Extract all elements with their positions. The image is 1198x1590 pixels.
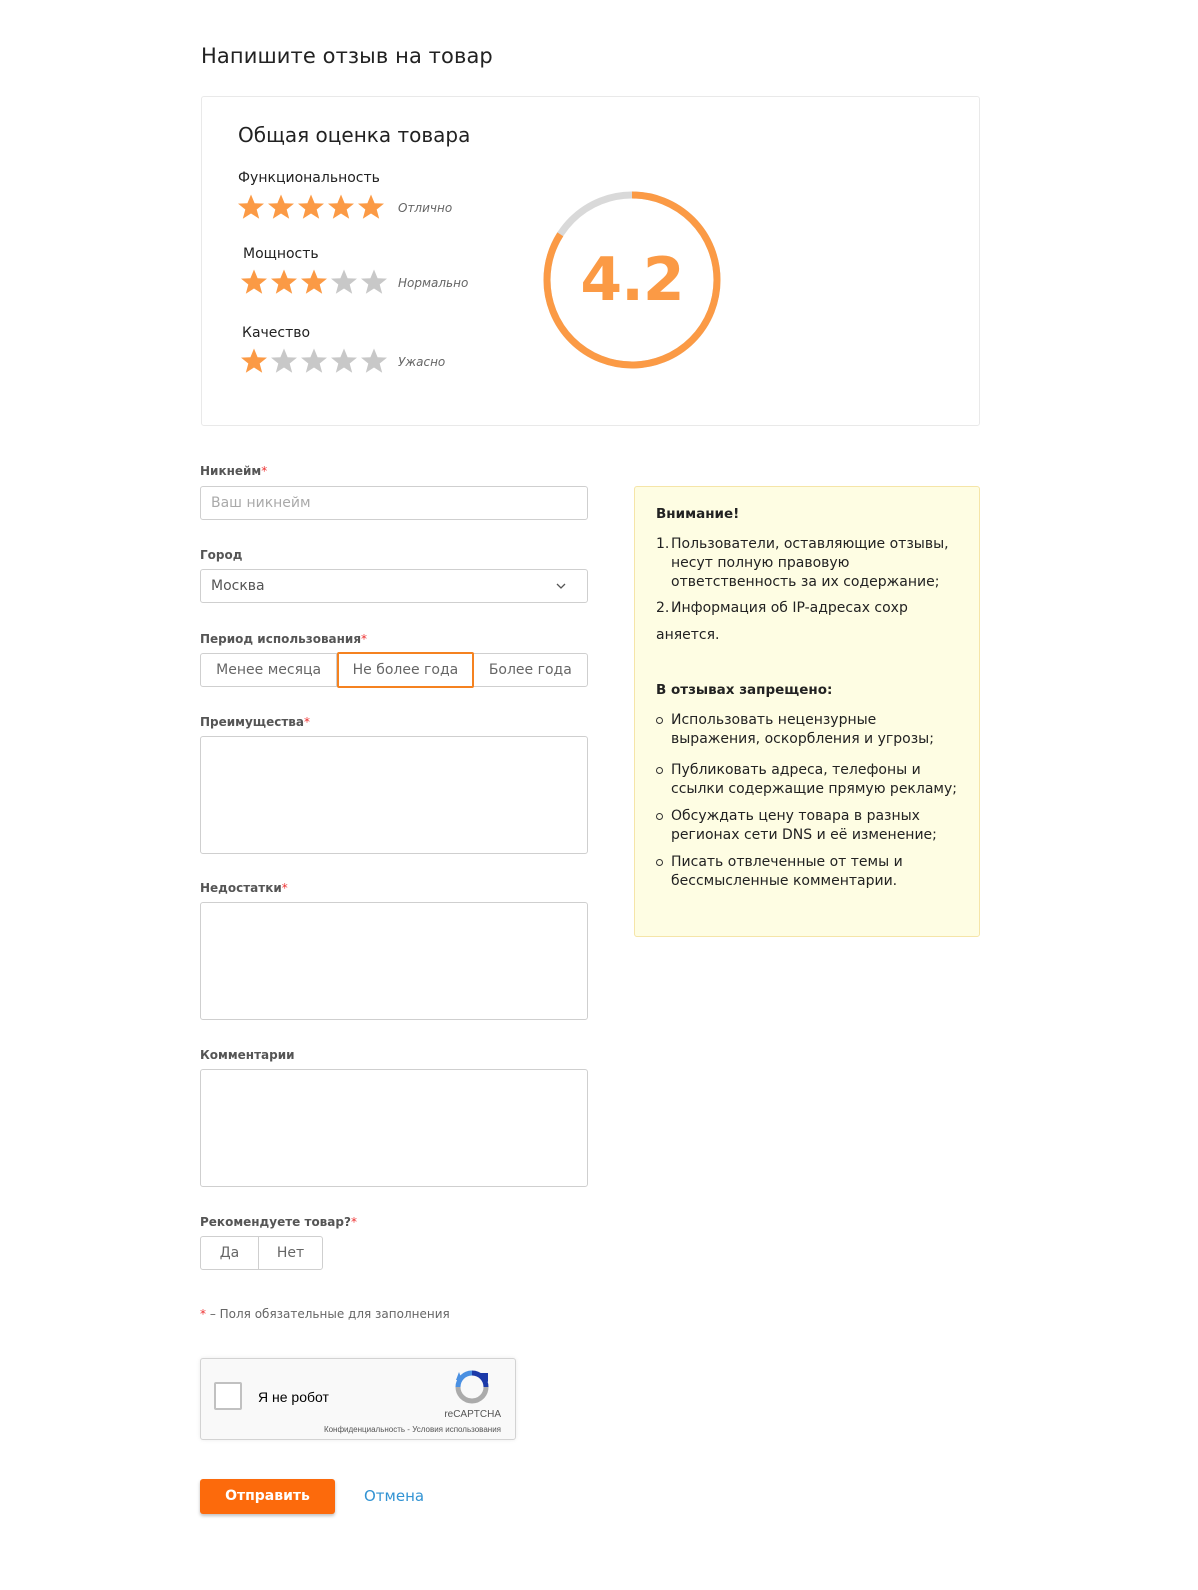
star-icon[interactable] [240,268,268,296]
period-label: Период использования* [200,632,368,646]
notice-panel: Внимание! 1. Пользователи, оставляющие о… [634,486,980,937]
period-option-up-to-year[interactable]: Не более года [337,652,474,688]
star-icon[interactable] [330,268,358,296]
star-icon[interactable] [357,193,385,221]
star-icon[interactable] [237,193,265,221]
notice-item-2-wrap: аняется. [656,627,720,643]
rating-card: Общая оценка товара Функциональность Отл… [201,96,980,426]
required-fields-note: * – Поля обязательные для заполнения [200,1307,450,1321]
verdict-functionality: Отлично [398,201,453,215]
cons-textarea[interactable] [200,902,588,1020]
star-icon[interactable] [267,193,295,221]
cancel-link[interactable]: Отмена [364,1487,424,1505]
nickname-label: Никнейм* [200,464,268,478]
criterion-label-quality: Качество [242,325,311,341]
recaptcha-checkbox[interactable] [214,1382,242,1410]
pros-label: Преимущества* [200,715,310,729]
page-title: Напишите отзыв на товар [201,44,493,68]
star-icon[interactable] [327,193,355,221]
verdict-power: Нормально [398,276,469,290]
prohibited-item: Публиковать адреса, телефоны и ссылки со… [656,761,961,799]
star-icon[interactable] [300,268,328,296]
city-label: Город [200,548,243,562]
recaptcha-widget: Я не робот reCAPTCHA Конфиденциальность … [200,1358,516,1440]
verdict-quality: Ужасно [398,355,446,369]
chevron-down-icon [556,583,566,589]
period-option-more-year[interactable]: Более года [474,654,587,686]
city-select-value: Москва [211,578,265,594]
star-icon[interactable] [270,268,298,296]
star-icon[interactable] [360,268,388,296]
notice-item-2: 2. Информация об IP-адресах сохр [656,600,908,616]
rating-title: Общая оценка товара [238,123,471,147]
bullet-icon [656,859,663,866]
star-icon[interactable] [360,347,388,375]
criterion-label-functionality: Функциональность [238,170,380,186]
bullet-icon [656,717,663,724]
recaptcha-label: Я не робот [258,1389,329,1405]
nickname-input[interactable] [200,486,588,520]
submit-button[interactable]: Отправить [200,1479,335,1514]
period-segmented-control: Менее месяца Не более года Более года [200,652,588,688]
city-select[interactable]: Москва [200,569,588,603]
recommend-no-button[interactable]: Нет [259,1237,322,1269]
prohibited-title: В отзывах запрещено: [656,682,833,698]
cons-label: Недостатки* [200,881,288,895]
prohibited-item: Использовать нецензурные выражения, оско… [656,711,961,749]
recommend-segmented-control: Да Нет [200,1236,323,1270]
prohibited-item: Обсуждать цену товара в разных регионах … [656,807,961,845]
star-rating-functionality[interactable] [237,193,385,221]
overall-score-gauge: 4.2 [542,190,722,370]
pros-textarea[interactable] [200,736,588,854]
notice-title: Внимание! [656,506,740,522]
star-icon[interactable] [297,193,325,221]
recommend-label: Рекомендуете товар?* [200,1215,357,1229]
overall-score-value: 4.2 [580,245,684,315]
comments-label: Комментарии [200,1048,295,1062]
prohibited-item: Писать отвлеченные от темы и бессмысленн… [656,853,961,891]
star-icon[interactable] [300,347,328,375]
star-rating-power[interactable] [240,268,388,296]
recommend-yes-button[interactable]: Да [201,1237,259,1269]
period-option-less-month[interactable]: Менее месяца [201,654,338,686]
star-rating-quality[interactable] [240,347,388,375]
bullet-icon [656,767,663,774]
recaptcha-brand: reCAPTCHA [444,1409,501,1420]
notice-item-1: 1. Пользователи, оставляющие отзывы, нес… [656,536,949,590]
recaptcha-links[interactable]: Конфиденциальность - Условия использован… [324,1425,501,1434]
star-icon[interactable] [330,347,358,375]
star-icon[interactable] [240,347,268,375]
bullet-icon [656,813,663,820]
criterion-label-power: Мощность [243,246,319,262]
star-icon[interactable] [270,347,298,375]
recaptcha-logo-icon [455,1370,489,1404]
comments-textarea[interactable] [200,1069,588,1187]
